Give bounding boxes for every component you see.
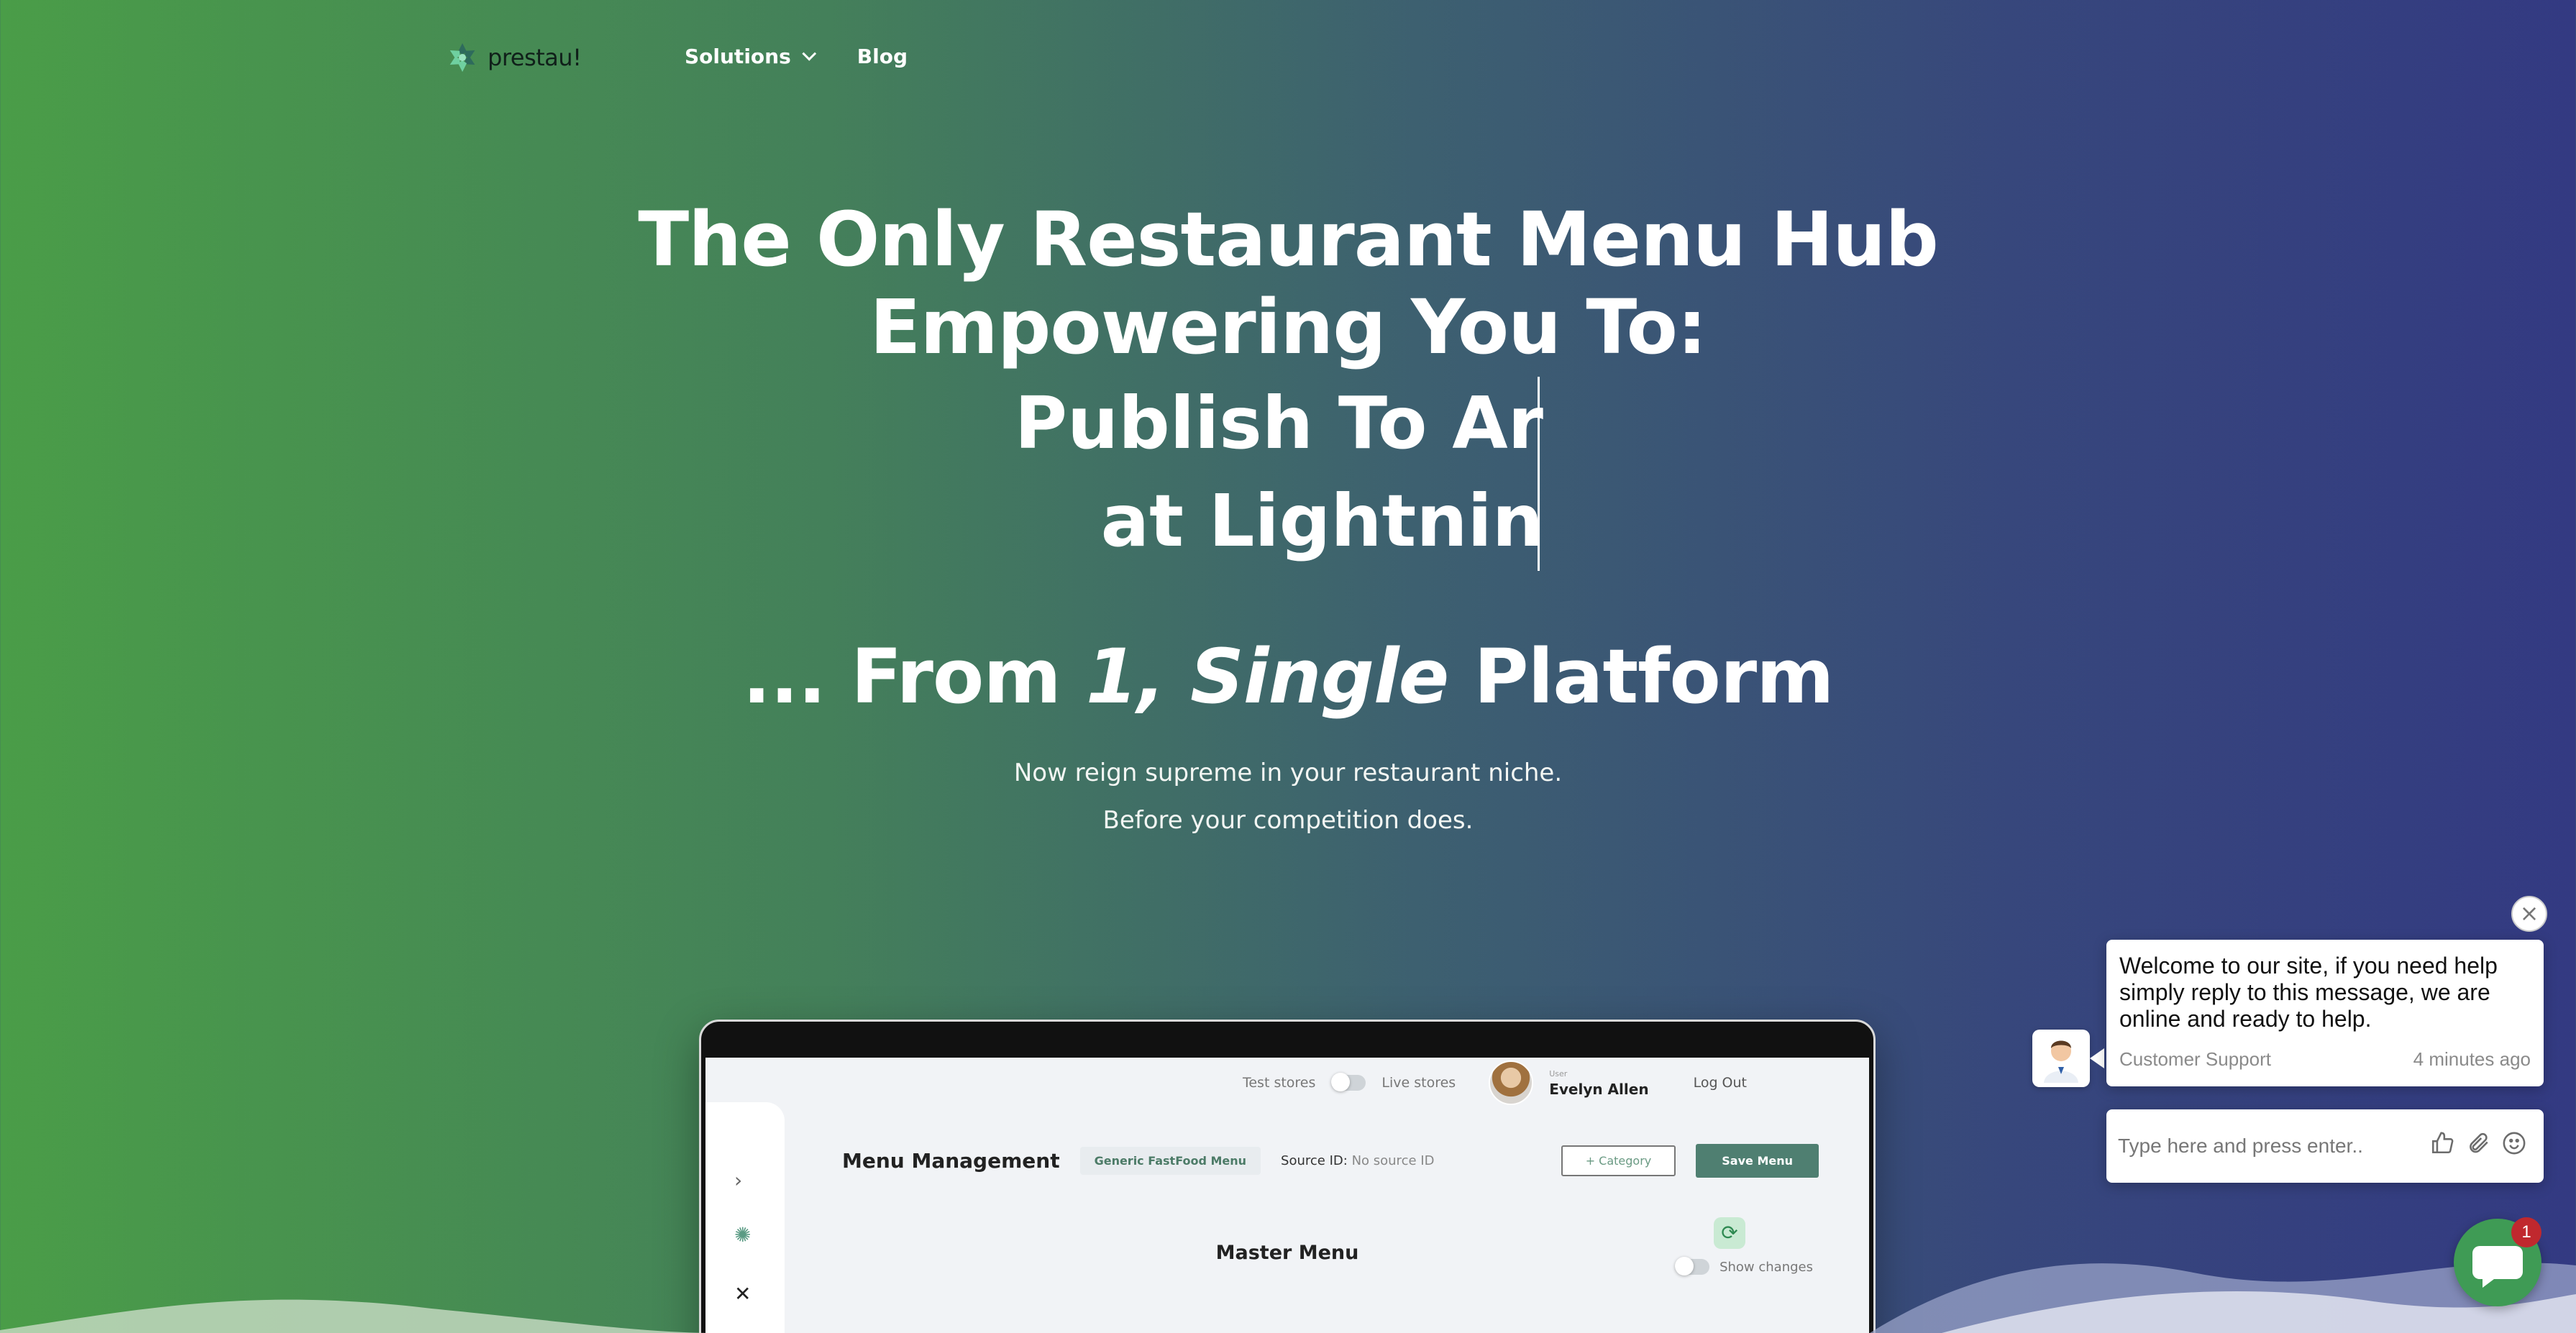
chat-input-field[interactable]: Type here and press enter.. (2118, 1135, 2424, 1158)
stores-toggle (1331, 1073, 1366, 1091)
chat-close-button[interactable]: × (2511, 896, 2547, 932)
menu-select: Generic FastFood Menu (1079, 1146, 1261, 1175)
chat-message-text: Welcome to our site, if you need help si… (2119, 953, 2498, 1032)
typewriter-rotator: Publish To Ar at Lightnin (1015, 374, 1543, 575)
add-category-button: + Category (1561, 1145, 1676, 1176)
user-name: Evelyn Allen (1549, 1080, 1649, 1098)
page-title: Menu Management (842, 1148, 1060, 1173)
hero-subtitle-line1: Now reign supreme in your restaurant nic… (1013, 759, 1563, 787)
source-id: Source ID: No source ID (1281, 1153, 1434, 1168)
save-menu-button: Save Menu (1696, 1143, 1819, 1178)
logout-link: Log Out (1693, 1075, 1747, 1091)
chevron-right-icon: › (734, 1168, 743, 1192)
chat-bubble-tail (2090, 1048, 2104, 1068)
live-stores-label: Live stores (1381, 1075, 1456, 1091)
tagline-pre: ... From (742, 633, 1086, 720)
tagline-italic: 1, Single (1085, 633, 1449, 720)
agent-avatar-icon (2044, 1040, 2078, 1083)
chat-timestamp: 4 minutes ago (2413, 1048, 2531, 1070)
brand-name: prestau! (488, 44, 582, 71)
typewriter-line1: Publish To Ar (1014, 381, 1543, 465)
top-nav: prestau! Solutions Blog (446, 35, 908, 81)
avatar (1489, 1061, 1534, 1105)
menu-management-bar: Menu Management Generic FastFood Menu So… (842, 1142, 1819, 1178)
chat-agent-name: Customer Support (2119, 1048, 2271, 1070)
support-agent-avatar (2032, 1030, 2090, 1087)
chevron-down-icon (802, 46, 816, 61)
chat-input-box[interactable]: Type here and press enter.. (2106, 1109, 2544, 1183)
source-label: Source ID: (1281, 1153, 1348, 1168)
nav-blog-label: Blog (857, 45, 908, 68)
hero-title-line1: The Only Restaurant Menu Hub (638, 196, 1939, 283)
emoji-icon[interactable] (2496, 1131, 2532, 1162)
bottom-waves (0, 1263, 2576, 1333)
user-block: User Evelyn Allen (1549, 1070, 1648, 1096)
chat-meta: Customer Support 4 minutes ago (2119, 1048, 2531, 1071)
nav-solutions-label: Solutions (685, 45, 791, 68)
unread-badge: 1 (2511, 1217, 2541, 1247)
hero-title-line2: Empowering You To: (869, 283, 1707, 371)
thumbs-up-icon[interactable] (2424, 1131, 2460, 1162)
app-topbar: Test stores Live stores User Evelyn Alle… (705, 1058, 1869, 1108)
typewriter-line2: at Lightnin (1100, 479, 1543, 563)
test-stores-label: Test stores (1242, 1075, 1316, 1091)
nav-blog[interactable]: Blog (857, 45, 908, 68)
hero-tagline: ... From 1, Single Platform (0, 633, 2576, 720)
tagline-post: Platform (1448, 633, 1834, 720)
hero-subtitle-line2: Before your competition does. (1102, 806, 1474, 835)
hero-title: The Only Restaurant Menu Hub Empowering … (0, 196, 2576, 371)
source-value: No source ID (1351, 1153, 1435, 1168)
logo-flower-icon (449, 43, 475, 72)
brand-logo[interactable]: prestau! (446, 41, 582, 74)
typewriter-caret (1538, 377, 1540, 571)
user-caption: User (1549, 1068, 1568, 1078)
nav-solutions[interactable]: Solutions (685, 45, 816, 68)
paperclip-icon[interactable] (2460, 1131, 2496, 1162)
chat-message-bubble[interactable]: Welcome to our site, if you need help si… (2106, 940, 2544, 1086)
